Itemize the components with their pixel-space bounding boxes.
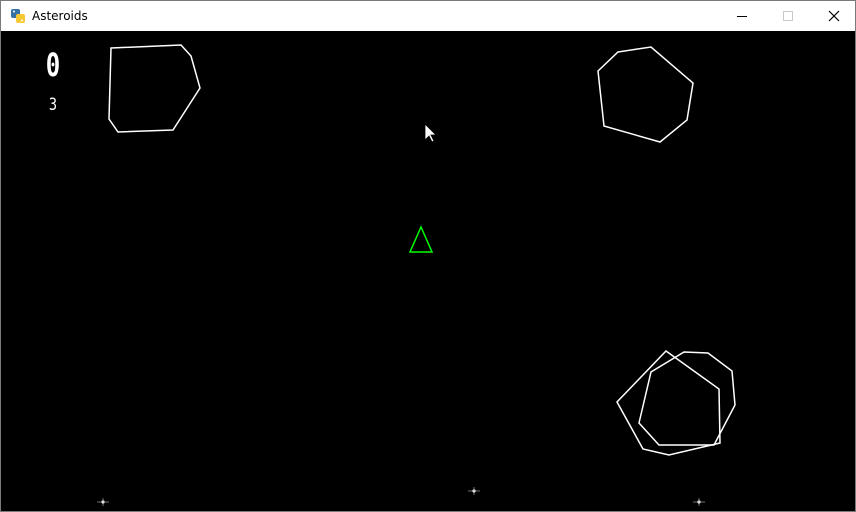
close-button[interactable] [811, 1, 856, 31]
star-sparkle [468, 487, 480, 495]
star-sparkle [97, 498, 109, 506]
game-window: Asteroids 0 3 [0, 0, 856, 512]
mouse-cursor-icon [424, 123, 437, 143]
minimize-button[interactable] [719, 1, 765, 31]
window-title: Asteroids [32, 9, 88, 23]
python-app-icon [11, 9, 25, 23]
maximize-button[interactable] [765, 1, 811, 31]
play-field [97, 44, 736, 506]
game-canvas[interactable]: 0 3 [1, 31, 855, 511]
asteroid [597, 46, 694, 143]
asteroid [616, 350, 721, 456]
close-icon [828, 10, 840, 22]
asteroid [108, 44, 201, 133]
lives-counter: 3 [48, 95, 58, 115]
title-bar[interactable]: Asteroids [1, 1, 855, 31]
score-display: 0 [45, 46, 61, 84]
maximize-icon [783, 11, 793, 21]
player-ship [408, 225, 434, 253]
star-sparkle [693, 498, 705, 506]
minimize-icon [737, 16, 747, 17]
